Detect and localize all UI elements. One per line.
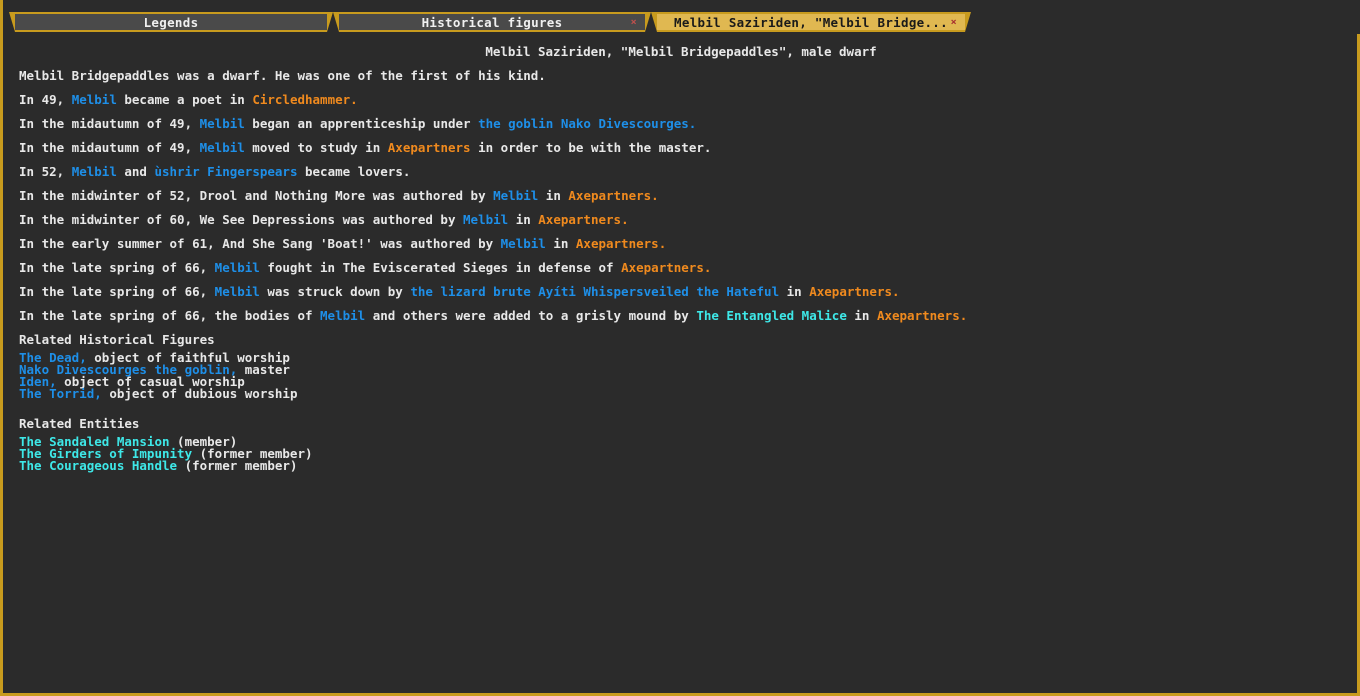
- related-entity-item: The Courageous Handle (former member): [19, 458, 1339, 473]
- legends-window: Legends Historical figures × Melbil Sazi…: [0, 0, 1360, 696]
- text-segment: became lovers.: [297, 164, 411, 179]
- link-cyan[interactable]: The Courageous Handle: [19, 458, 177, 473]
- link-orange[interactable]: Axepartners.: [877, 308, 967, 323]
- link-blue[interactable]: Melbil: [501, 236, 546, 251]
- text-segment: became a poet in: [116, 92, 253, 107]
- text-segment: In the midwinter of 52, Drool and Nothin…: [19, 188, 494, 203]
- event-line: In 52, Melbil and ùshrir Fingerspears be…: [19, 160, 1339, 184]
- text-segment: In the midwinter of 60, We See Depressio…: [19, 212, 464, 227]
- link-blue[interactable]: Melbil: [200, 140, 245, 155]
- text-segment: In the late spring of 66,: [19, 260, 215, 275]
- tab-melbil-saziriden[interactable]: Melbil Saziriden, "Melbil Bridge... ×: [651, 12, 971, 32]
- text-segment: In the midautumn of 49,: [19, 116, 200, 131]
- close-icon[interactable]: ×: [951, 14, 957, 31]
- link-orange[interactable]: Axepartners.: [568, 188, 658, 203]
- event-line: In the late spring of 66, Melbil was str…: [19, 280, 1339, 304]
- event-line: In 49, Melbil became a poet in Circledha…: [19, 88, 1339, 112]
- tab-bar: Legends Historical figures × Melbil Sazi…: [3, 0, 1360, 34]
- link-blue[interactable]: ùshrir Fingerspears: [154, 164, 297, 179]
- page-title: Melbil Saziriden, "Melbil Bridgepaddles"…: [485, 44, 877, 59]
- text-segment: in: [508, 212, 539, 227]
- related-figure-item: The Torrid, object of dubious worship: [19, 386, 1339, 401]
- text-segment: and: [116, 164, 155, 179]
- text-segment: in: [779, 284, 810, 299]
- tab-label: Legends: [143, 15, 199, 30]
- link-blue[interactable]: the goblin Nako Divescourges.: [478, 116, 696, 131]
- link-blue[interactable]: Melbil: [72, 164, 117, 179]
- text-segment: In the midautumn of 49,: [19, 140, 200, 155]
- link-blue[interactable]: Melbil: [320, 308, 365, 323]
- link-cyan[interactable]: The Entangled Malice: [696, 308, 847, 323]
- event-line: In the midautumn of 49, Melbil began an …: [19, 112, 1339, 136]
- close-icon[interactable]: ×: [631, 14, 637, 31]
- event-line: Melbil Bridgepaddles was a dwarf. He was…: [19, 64, 1339, 88]
- text-segment: in: [545, 236, 576, 251]
- link-orange[interactable]: Circledhammer.: [252, 92, 357, 107]
- link-blue[interactable]: The Torrid,: [19, 386, 102, 401]
- event-line: In the midwinter of 60, We See Depressio…: [19, 208, 1339, 232]
- link-blue[interactable]: Melbil: [200, 116, 245, 131]
- event-list: Melbil Bridgepaddles was a dwarf. He was…: [19, 64, 1339, 328]
- link-blue[interactable]: Melbil: [215, 260, 260, 275]
- link-orange[interactable]: Axepartners.: [538, 212, 628, 227]
- text-segment: (former member): [177, 458, 298, 473]
- link-blue[interactable]: Melbil: [493, 188, 538, 203]
- link-blue[interactable]: Melbil: [215, 284, 260, 299]
- text-segment: In the early summer of 61, And She Sang …: [19, 236, 501, 251]
- text-segment: object of dubious worship: [101, 386, 298, 401]
- text-segment: master: [237, 362, 290, 377]
- related-entities-title: Related Entities: [19, 416, 140, 431]
- tab-label: Historical figures: [421, 15, 563, 30]
- link-blue[interactable]: the lizard brute Ayíti Whispersveiled th…: [410, 284, 779, 299]
- tab-label: Melbil Saziriden, "Melbil Bridge...: [674, 15, 948, 30]
- text-segment: in order to be with the master.: [470, 140, 712, 155]
- text-segment: in: [538, 188, 569, 203]
- text-segment: and others were added to a grisly mound …: [365, 308, 697, 323]
- text-segment: In 52,: [19, 164, 72, 179]
- figure-details: Melbil Saziriden, "Melbil Bridgepaddles"…: [19, 40, 1339, 472]
- text-segment: moved to study in: [244, 140, 388, 155]
- text-segment: In the late spring of 66,: [19, 284, 215, 299]
- link-orange[interactable]: Axepartners.: [809, 284, 899, 299]
- event-line: In the midwinter of 52, Drool and Nothin…: [19, 184, 1339, 208]
- text-segment: In 49,: [19, 92, 72, 107]
- text-segment: In the late spring of 66, the bodies of: [19, 308, 321, 323]
- text-segment: Melbil Bridgepaddles was a dwarf. He was…: [19, 68, 546, 83]
- event-line: In the late spring of 66, Melbil fought …: [19, 256, 1339, 280]
- link-orange[interactable]: Axepartners.: [621, 260, 711, 275]
- tab-legends[interactable]: Legends: [9, 12, 333, 32]
- link-blue[interactable]: Melbil: [72, 92, 117, 107]
- event-line: In the midautumn of 49, Melbil moved to …: [19, 136, 1339, 160]
- link-blue[interactable]: Melbil: [463, 212, 508, 227]
- related-figures-list: The Dead, object of faithful worship Nako…: [19, 351, 1339, 401]
- event-line: In the late spring of 66, the bodies of …: [19, 304, 1339, 328]
- text-segment: fought in The Eviscerated Sieges in defe…: [259, 260, 622, 275]
- related-figures-title: Related Historical Figures: [19, 332, 215, 347]
- event-line: In the early summer of 61, And She Sang …: [19, 232, 1339, 256]
- tab-historical-figures[interactable]: Historical figures ×: [333, 12, 651, 32]
- link-orange[interactable]: Axepartners: [388, 140, 471, 155]
- text-segment: was struck down by: [259, 284, 411, 299]
- text-segment: in: [846, 308, 877, 323]
- related-entities-list: The Sandaled Mansion (member) The Girders…: [19, 435, 1339, 473]
- link-orange[interactable]: Axepartners.: [576, 236, 666, 251]
- text-segment: began an apprenticeship under: [244, 116, 479, 131]
